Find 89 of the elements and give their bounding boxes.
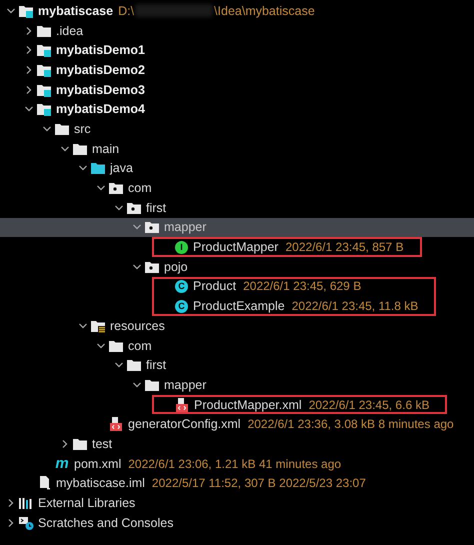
tree-row[interactable]: first xyxy=(0,198,474,218)
tree-row[interactable]: com xyxy=(0,178,474,198)
item-name: java xyxy=(110,161,133,176)
file-info: 2022/6/1 23:45, 857 B xyxy=(285,240,404,254)
file-info: 2022/6/1 23:36, 3.08 kB 8 minutes ago xyxy=(248,417,454,432)
tree-row[interactable]: mybatiscase.iml 2022/5/17 11:52, 307 B 2022/5/23 23:07 xyxy=(0,474,474,494)
source-folder-icon xyxy=(90,161,106,176)
maven-icon: m xyxy=(54,456,70,472)
item-name: mybatisDemo2 xyxy=(56,62,145,77)
tree-row[interactable]: External Libraries xyxy=(0,493,474,513)
tree-row[interactable]: src xyxy=(0,119,474,139)
item-name: ProductExample xyxy=(193,299,285,314)
tree-row[interactable]: ProductMapper.xml 2022/6/1 23:45, 6.6 kB xyxy=(152,394,430,414)
item-name: first xyxy=(146,200,166,215)
item-name: ProductMapper.xml xyxy=(194,398,302,412)
file-info: 2022/6/1 23:45, 629 B xyxy=(243,279,362,294)
item-name: Scratches and Consoles xyxy=(38,516,174,530)
item-name: main xyxy=(92,142,120,156)
file-info: 2022/6/1 23:45, 11.8 kB xyxy=(292,299,418,314)
file-info: 2022/6/1 23:06, 1.21 kB 41 minutes ago xyxy=(128,456,342,471)
tree-row[interactable]: .idea xyxy=(0,20,474,40)
tree-row[interactable]: mybatisDemo3 xyxy=(0,80,474,100)
item-name: mybatiscase.iml xyxy=(56,476,145,490)
folder-icon xyxy=(72,436,88,451)
tree-row[interactable]: main xyxy=(0,138,474,158)
folder-icon xyxy=(108,338,124,353)
class-icon: C xyxy=(175,300,188,313)
item-name: resources xyxy=(110,318,165,333)
file-info: 2022/6/1 23:45, 6.6 kB xyxy=(308,398,430,412)
package-folder-icon xyxy=(144,260,160,274)
tree-row[interactable]: mybatisDemo4 xyxy=(0,99,474,120)
tree-row[interactable]: generatorConfig.xml 2022/6/1 23:36, 3.08 kB 8 minutes ago xyxy=(0,414,474,434)
tree-row[interactable]: com xyxy=(0,336,474,356)
tree-row[interactable]: Scratches and Consoles xyxy=(0,512,474,533)
item-name: mapper xyxy=(164,378,206,392)
tree-row[interactable]: I ProductMapper 2022/6/1 23:45, 857 B xyxy=(152,237,404,257)
module-folder-icon xyxy=(36,82,52,97)
item-name: mapper xyxy=(164,220,206,234)
module-folder-icon xyxy=(36,102,52,116)
item-name: External Libraries xyxy=(38,496,136,510)
xml-file-icon xyxy=(174,398,190,412)
module-folder-icon xyxy=(18,4,34,18)
selected-tree-row[interactable]: mapper xyxy=(0,218,474,238)
tree-row[interactable]: m pom.xml 2022/6/1 23:06, 1.21 kB 41 minutes ago xyxy=(0,454,474,474)
item-name: mybatisDemo1 xyxy=(56,43,145,58)
module-folder-icon xyxy=(36,62,52,77)
package-folder-icon xyxy=(108,181,124,196)
tree-row[interactable]: mapper xyxy=(0,375,474,395)
class-icon: C xyxy=(175,280,188,293)
item-name: com xyxy=(128,181,152,196)
resources-folder-icon xyxy=(90,318,106,333)
tree-row[interactable]: pojo xyxy=(0,256,474,277)
item-name: generatorConfig.xml xyxy=(128,417,241,432)
item-name: pojo xyxy=(164,260,188,274)
item-name: mybatiscase xyxy=(38,4,114,18)
module-folder-icon xyxy=(36,43,52,58)
tree-row[interactable]: mybatiscase D:\ \Idea\mybatiscase xyxy=(0,1,474,21)
tree-row[interactable]: resources xyxy=(0,316,474,336)
item-name: .idea xyxy=(56,24,84,38)
folder-icon xyxy=(126,358,142,372)
path-text: \Idea\mybatiscase xyxy=(214,4,315,18)
item-name: com xyxy=(128,338,152,353)
tree-row[interactable]: first xyxy=(0,355,474,376)
path-text: D:\ xyxy=(118,4,134,18)
item-name: mybatisDemo4 xyxy=(56,102,145,116)
folder-icon xyxy=(72,142,88,156)
item-name: ProductMapper xyxy=(193,240,278,254)
scratch-console-icon xyxy=(18,516,34,530)
libraries-icon xyxy=(18,496,34,510)
item-name: src xyxy=(74,122,91,136)
tree-row[interactable]: test xyxy=(0,434,474,454)
package-folder-icon xyxy=(126,200,142,215)
item-name: first xyxy=(146,358,166,372)
folder-icon xyxy=(54,122,70,136)
folder-icon xyxy=(144,378,160,392)
tree-row[interactable]: java xyxy=(0,158,474,178)
tree-row[interactable]: C ProductExample 2022/6/1 23:45, 11.8 kB xyxy=(152,296,418,316)
item-name: pom.xml xyxy=(74,456,122,471)
package-folder-icon xyxy=(144,220,160,234)
tree-row[interactable]: mybatisDemo1 xyxy=(0,40,474,60)
xml-file-icon xyxy=(108,417,124,432)
item-name: Product xyxy=(193,279,236,294)
interface-icon: I xyxy=(175,240,188,254)
folder-icon xyxy=(36,24,52,38)
item-name: test xyxy=(92,436,112,451)
item-name: mybatisDemo3 xyxy=(56,82,145,97)
tree-row[interactable]: C Product 2022/6/1 23:45, 629 B xyxy=(152,276,418,296)
file-info: 2022/5/17 11:52, 307 B 2022/5/23 23:07 xyxy=(152,476,366,490)
tree-row[interactable]: mybatisDemo2 xyxy=(0,60,474,80)
